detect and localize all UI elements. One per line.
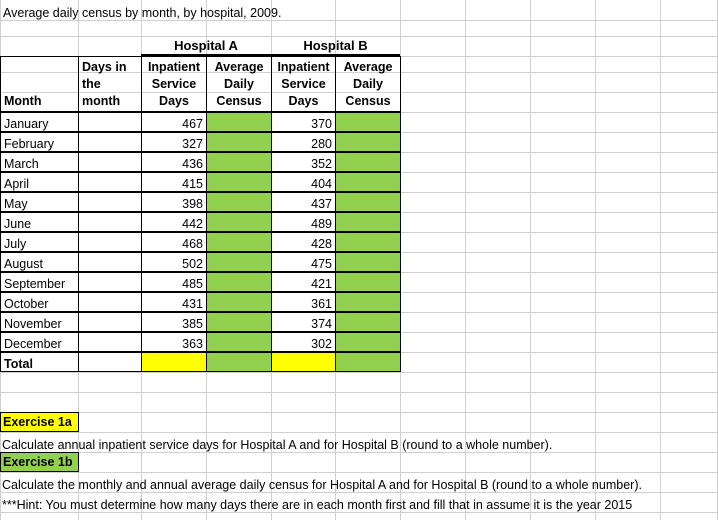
cell-hospital-a-inpatient-service-days-january[interactable]: 467 — [141, 112, 207, 132]
cell-hospital-b-inpatient-service-days-november[interactable]: 374 — [271, 312, 336, 332]
cell-hospital-b-inpatient-service-days-may[interactable]: 437 — [271, 192, 336, 212]
cell-month-august[interactable]: August — [0, 252, 79, 272]
column-header-a-average-daily-census: Average Daily Census — [206, 56, 272, 112]
cell-hospital-b-average-daily-census-february[interactable] — [335, 132, 401, 152]
cell-hospital-b-average-daily-census-april[interactable] — [335, 172, 401, 192]
cell-hospital-b-inpatient-service-days-september[interactable]: 421 — [271, 272, 336, 292]
cell-days-in-month-october[interactable] — [78, 292, 142, 312]
cell-hospital-b-average-daily-census-november[interactable] — [335, 312, 401, 332]
cell-month-june[interactable]: June — [0, 212, 79, 232]
cell-hospital-a-inpatient-service-days-september[interactable]: 485 — [141, 272, 207, 292]
sheet-title: Average daily census by month, by hospit… — [3, 5, 282, 20]
cell-hospital-b-average-daily-census-march[interactable] — [335, 152, 401, 172]
cell-hospital-a-average-daily-census-january[interactable] — [206, 112, 272, 132]
cell-hospital-b-inpatient-service-days-october[interactable]: 361 — [271, 292, 336, 312]
cell-month-september[interactable]: September — [0, 272, 79, 292]
group-header-hospital-a: Hospital A — [141, 36, 271, 56]
cell-hospital-a-average-daily-census-march[interactable] — [206, 152, 272, 172]
gridline-horizontal-25 — [0, 512, 718, 513]
spreadsheet-canvas[interactable]: Average daily census by month, by hospit… — [0, 0, 718, 520]
cell-hospital-b-inpatient-service-days-january[interactable]: 370 — [271, 112, 336, 132]
cell-month-july[interactable]: July — [0, 232, 79, 252]
gridline-horizontal-18 — [0, 372, 718, 373]
column-header-b-average-daily-census: Average Daily Census — [335, 56, 401, 112]
exercise-text-2-line-1: Calculate the monthly and annual average… — [2, 477, 642, 492]
cell-total-hospital-a-average-daily-census[interactable] — [206, 352, 272, 372]
cell-hospital-a-inpatient-service-days-november[interactable]: 385 — [141, 312, 207, 332]
cell-hospital-a-inpatient-service-days-july[interactable]: 468 — [141, 232, 207, 252]
cell-hospital-b-inpatient-service-days-july[interactable]: 428 — [271, 232, 336, 252]
gridline-horizontal-0 — [0, 20, 718, 21]
gridline-horizontal-22 — [0, 452, 718, 453]
cell-hospital-a-inpatient-service-days-may[interactable]: 398 — [141, 192, 207, 212]
cell-hospital-a-average-daily-census-may[interactable] — [206, 192, 272, 212]
cell-days-in-month-november[interactable] — [78, 312, 142, 332]
cell-days-in-month-march[interactable] — [78, 152, 142, 172]
cell-hospital-b-inpatient-service-days-march[interactable]: 352 — [271, 152, 336, 172]
cell-hospital-b-average-daily-census-january[interactable] — [335, 112, 401, 132]
cell-hospital-a-average-daily-census-october[interactable] — [206, 292, 272, 312]
cell-month-december[interactable]: December — [0, 332, 79, 352]
cell-total-hospital-b-inpatient-service-days[interactable] — [271, 352, 336, 372]
cell-hospital-b-average-daily-census-september[interactable] — [335, 272, 401, 292]
cell-days-in-month-january[interactable] — [78, 112, 142, 132]
cell-hospital-b-average-daily-census-august[interactable] — [335, 252, 401, 272]
cell-days-in-month-september[interactable] — [78, 272, 142, 292]
column-header-days-in-month: Days in the month — [78, 56, 142, 112]
cell-days-in-month-december[interactable] — [78, 332, 142, 352]
cell-total-month[interactable]: Total — [0, 352, 79, 372]
cell-hospital-a-inpatient-service-days-april[interactable]: 415 — [141, 172, 207, 192]
cell-hospital-a-inpatient-service-days-december[interactable]: 363 — [141, 332, 207, 352]
cell-month-march[interactable]: March — [0, 152, 79, 172]
cell-hospital-a-inpatient-service-days-march[interactable]: 436 — [141, 152, 207, 172]
cell-hospital-a-inpatient-service-days-october[interactable]: 431 — [141, 292, 207, 312]
cell-hospital-a-inpatient-service-days-august[interactable]: 502 — [141, 252, 207, 272]
gridline-horizontal-20 — [0, 412, 718, 413]
cell-hospital-b-average-daily-census-december[interactable] — [335, 332, 401, 352]
cell-month-april[interactable]: April — [0, 172, 79, 192]
cell-days-in-month-april[interactable] — [78, 172, 142, 192]
cell-month-january[interactable]: January — [0, 112, 79, 132]
cell-days-in-month-june[interactable] — [78, 212, 142, 232]
cell-total-days-in-month[interactable] — [78, 352, 142, 372]
gridline-horizontal-19 — [0, 392, 718, 393]
cell-hospital-a-average-daily-census-february[interactable] — [206, 132, 272, 152]
exercise-text-1-line-1: Calculate annual inpatient service days … — [2, 437, 553, 452]
group-header-hospital-b: Hospital B — [271, 36, 400, 56]
cell-month-november[interactable]: November — [0, 312, 79, 332]
cell-total-hospital-a-inpatient-service-days[interactable] — [141, 352, 207, 372]
cell-hospital-b-inpatient-service-days-december[interactable]: 302 — [271, 332, 336, 352]
cell-hospital-a-average-daily-census-july[interactable] — [206, 232, 272, 252]
cell-hospital-a-average-daily-census-august[interactable] — [206, 252, 272, 272]
column-header-a-inpatient-service-days: Inpatient Service Days — [141, 56, 207, 112]
cell-hospital-b-inpatient-service-days-august[interactable]: 475 — [271, 252, 336, 272]
cell-days-in-month-may[interactable] — [78, 192, 142, 212]
cell-hospital-a-inpatient-service-days-june[interactable]: 442 — [141, 212, 207, 232]
cell-month-february[interactable]: February — [0, 132, 79, 152]
exercise-tag-2[interactable]: Exercise 1b — [0, 452, 79, 472]
column-header-month: Month — [0, 56, 79, 112]
cell-hospital-b-average-daily-census-october[interactable] — [335, 292, 401, 312]
cell-month-october[interactable]: October — [0, 292, 79, 312]
cell-hospital-a-inpatient-service-days-february[interactable]: 327 — [141, 132, 207, 152]
cell-hospital-a-average-daily-census-december[interactable] — [206, 332, 272, 352]
cell-hospital-b-average-daily-census-july[interactable] — [335, 232, 401, 252]
cell-hospital-b-average-daily-census-may[interactable] — [335, 192, 401, 212]
cell-month-may[interactable]: May — [0, 192, 79, 212]
cell-hospital-a-average-daily-census-september[interactable] — [206, 272, 272, 292]
cell-days-in-month-july[interactable] — [78, 232, 142, 252]
cell-hospital-b-inpatient-service-days-june[interactable]: 489 — [271, 212, 336, 232]
cell-days-in-month-february[interactable] — [78, 132, 142, 152]
cell-hospital-b-average-daily-census-june[interactable] — [335, 212, 401, 232]
cell-hospital-b-inpatient-service-days-february[interactable]: 280 — [271, 132, 336, 152]
cell-total-hospital-b-average-daily-census[interactable] — [335, 352, 401, 372]
cell-hospital-b-inpatient-service-days-april[interactable]: 404 — [271, 172, 336, 192]
cell-hospital-a-average-daily-census-june[interactable] — [206, 212, 272, 232]
cell-hospital-a-average-daily-census-april[interactable] — [206, 172, 272, 192]
cell-hospital-a-average-daily-census-november[interactable] — [206, 312, 272, 332]
exercise-text-2-line-2: ***Hint: You must determine how many day… — [2, 497, 633, 512]
cell-days-in-month-august[interactable] — [78, 252, 142, 272]
exercise-tag-1[interactable]: Exercise 1a — [0, 412, 79, 432]
column-header-b-inpatient-service-days: Inpatient Service Days — [271, 56, 336, 112]
